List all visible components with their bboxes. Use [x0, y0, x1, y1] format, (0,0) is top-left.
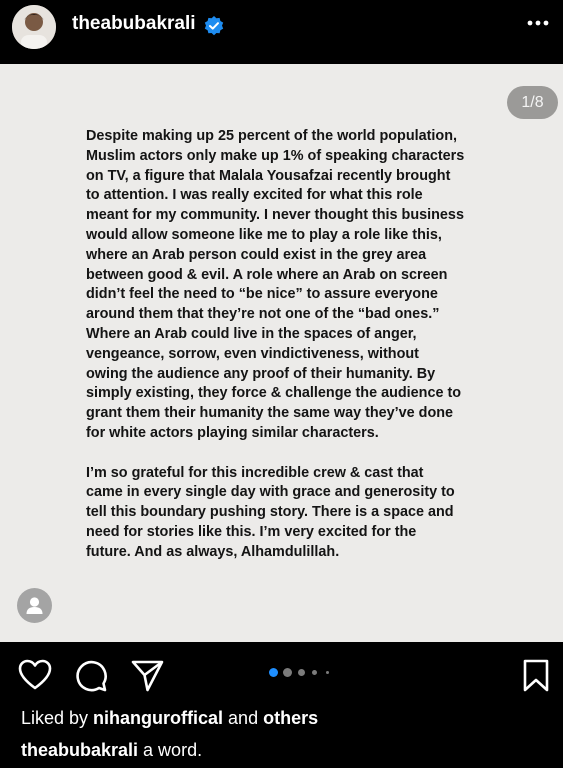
post-text: Despite making up 25 percent of the worl… [86, 127, 516, 582]
comment-icon[interactable] [74, 659, 108, 693]
caption-text: a word. [138, 740, 203, 760]
heart-icon[interactable] [18, 659, 52, 691]
carousel-dot-active [269, 668, 278, 677]
carousel-dot [298, 669, 305, 676]
likes-prefix: Liked by [21, 708, 94, 728]
caption: theabubakrali a word. [21, 740, 202, 761]
carousel-dot [326, 671, 329, 674]
likes-line: Liked by nihanguroffical and others [21, 708, 318, 729]
slide-counter: 1/8 [507, 86, 558, 119]
liked-by-user-link[interactable]: nihanguroffical [93, 708, 223, 728]
carousel-dot [283, 668, 292, 677]
person-tag-icon[interactable] [17, 588, 52, 623]
username[interactable]: theabubakrali [72, 13, 196, 35]
caption-username-link[interactable]: theabubakrali [21, 740, 138, 760]
post-paragraph: Despite making up 25 percent of the worl… [86, 128, 465, 441]
likes-and: and [223, 708, 264, 728]
send-icon[interactable] [131, 659, 164, 692]
post-paragraph: I’m so grateful for this incredible crew… [86, 464, 455, 560]
bookmark-icon[interactable] [522, 659, 550, 693]
likes-others-link[interactable]: others [263, 708, 318, 728]
verified-badge-icon [204, 16, 224, 36]
post-header: theabubakrali [0, 0, 563, 64]
avatar[interactable] [12, 5, 56, 49]
carousel-dot [312, 670, 317, 675]
ellipsis-icon[interactable] [527, 12, 549, 34]
